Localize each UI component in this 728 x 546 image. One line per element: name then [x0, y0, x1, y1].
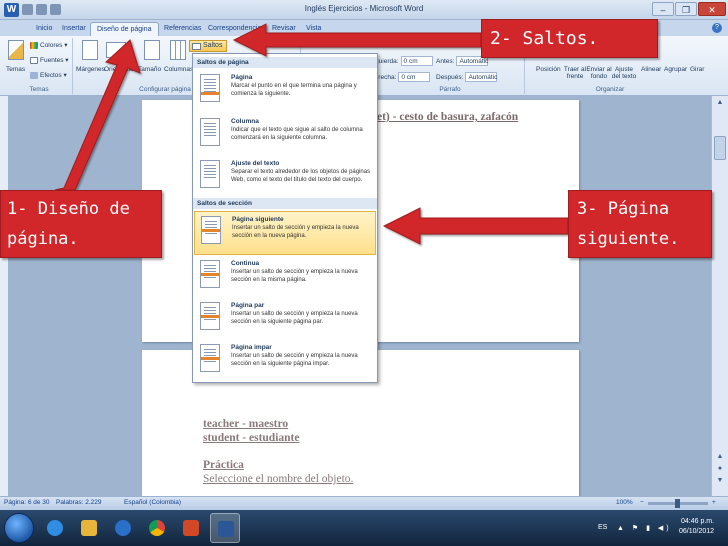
- arrow-to-pagina-siguiente: [382, 207, 569, 245]
- word-icon: [218, 521, 234, 537]
- callout-step-1: 1- Diseño de página.: [0, 190, 162, 258]
- taskbar-explorer[interactable]: [74, 513, 104, 543]
- start-button[interactable]: [4, 513, 34, 543]
- word-count[interactable]: Palabras: 2.229: [56, 499, 102, 506]
- taskbar: ES ▲ ⚑ ▮ ◀) 04:46 p.m. 06/10/2012: [0, 510, 728, 546]
- folder-icon: [81, 520, 97, 536]
- page-count[interactable]: Página: 6 de 30: [4, 499, 50, 506]
- clock-date[interactable]: 06/10/2012: [679, 528, 714, 535]
- language-indicator[interactable]: Español (Colombia): [124, 499, 181, 506]
- zoom-level[interactable]: 100%: [616, 499, 633, 506]
- media-player-icon: [115, 520, 131, 536]
- clock-time[interactable]: 04:46 p.m.: [681, 518, 714, 525]
- status-bar: Página: 6 de 30 Palabras: 2.229 Español …: [0, 496, 728, 510]
- chrome-icon: [149, 520, 165, 536]
- annotation-arrows: [54, 23, 569, 245]
- arrow-to-saltos: [232, 23, 482, 57]
- arrow-to-tab: [54, 39, 141, 191]
- language-bar[interactable]: ES: [598, 524, 607, 531]
- powerpoint-icon: [183, 520, 199, 536]
- taskbar-powerpoint[interactable]: [176, 513, 206, 543]
- zoom-out-button[interactable]: −: [640, 499, 644, 506]
- zoom-slider-knob[interactable]: [675, 499, 680, 508]
- taskbar-chrome[interactable]: [142, 513, 172, 543]
- callout-step-2: 2- Saltos.: [481, 19, 658, 58]
- system-tray-icons[interactable]: ▲ ⚑ ▮ ◀): [617, 524, 672, 532]
- taskbar-word[interactable]: [210, 513, 240, 543]
- callout-step-3: 3- Página siguiente.: [568, 190, 712, 258]
- internet-explorer-icon: [47, 520, 63, 536]
- taskbar-ie[interactable]: [40, 513, 70, 543]
- zoom-slider[interactable]: [648, 499, 708, 508]
- zoom-in-button[interactable]: +: [712, 499, 716, 506]
- taskbar-media-player[interactable]: [108, 513, 138, 543]
